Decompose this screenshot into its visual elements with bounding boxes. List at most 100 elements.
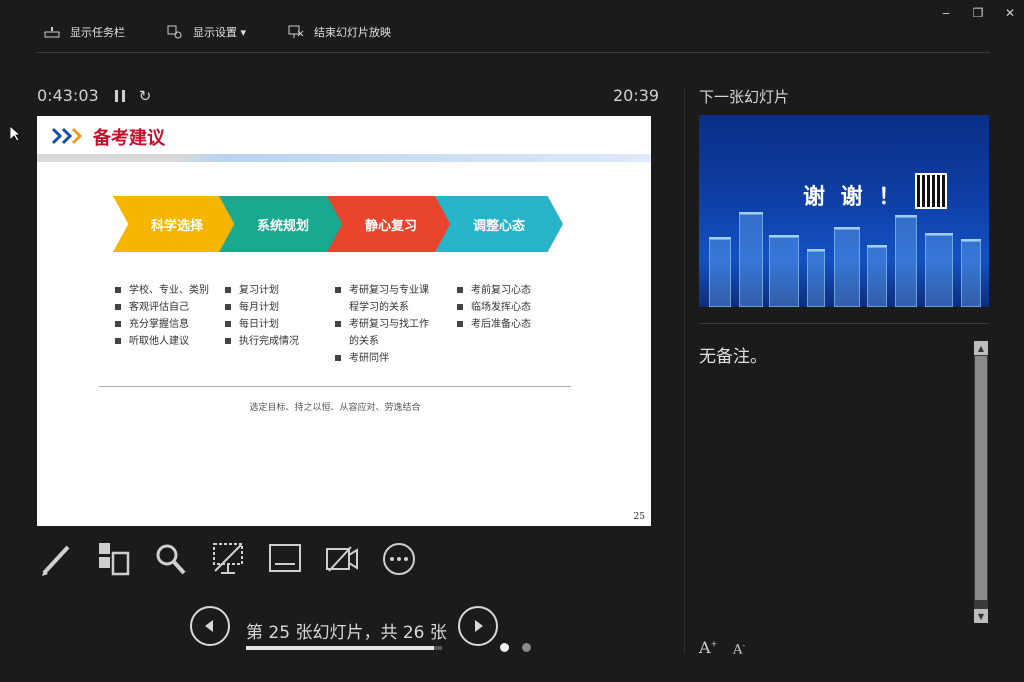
black-screen-button[interactable]	[208, 539, 248, 579]
bullet-item: 执行完成情况	[225, 333, 299, 350]
previous-arrow-icon	[205, 620, 213, 632]
step-detail-column: 考前复习心态 临场发挥心态 考后准备心态	[457, 282, 531, 333]
pane-divider	[684, 88, 685, 654]
page-dot-active[interactable]	[500, 643, 509, 652]
bullet-item: 充分掌握信息	[115, 316, 209, 333]
minimize-button[interactable]: ‒	[937, 6, 955, 20]
taskbar-icon	[44, 27, 60, 38]
display-settings-button[interactable]: 显示设置 ▾	[167, 24, 246, 40]
step-detail-column: 考研复习与专业课程学习的关系考研复习与找工作的关系考研同伴	[335, 282, 429, 367]
end-slideshow-icon	[288, 25, 304, 38]
black-screen-icon	[213, 543, 243, 574]
end-slideshow-button[interactable]: 结束幻灯片放映	[288, 24, 391, 40]
previous-slide-button[interactable]	[190, 606, 230, 646]
bullet-item: 听取他人建议	[115, 333, 209, 350]
chevron-arrows-icon	[51, 127, 83, 145]
building-shape	[739, 212, 763, 307]
process-step: 调整心态	[435, 196, 563, 252]
bullet-item: 考后准备心态	[457, 316, 531, 333]
bullet-item: 考研复习与专业课	[335, 282, 429, 299]
bullet-item: 考研复习与找工作	[335, 316, 429, 333]
scroll-up-button[interactable]: ▲	[974, 341, 988, 355]
next-slide-label: 下一张幻灯片	[699, 88, 790, 106]
subtitles-button[interactable]	[265, 539, 305, 579]
current-slide: 备考建议 科学选择 系统规划 静心复习 调整心态 学校、专业、类别 客观评估自己 充分掌握…	[37, 116, 651, 526]
decrease-font-label: A	[733, 642, 743, 658]
bullet-item: 客观评估自己	[115, 299, 209, 316]
zoom-button[interactable]	[151, 539, 191, 579]
building-shape	[925, 233, 953, 307]
bullet-item: 学校、专业、类别	[115, 282, 209, 299]
top-toolbar: 显示任务栏 显示设置 ▾ 结束幻灯片放映	[44, 20, 433, 44]
subtitles-icon	[269, 544, 301, 572]
camera-off-icon	[326, 546, 358, 572]
next-slide-button[interactable]	[458, 606, 498, 646]
slide-counter: 第 25 张幻灯片，共 26 张	[246, 623, 447, 643]
bullet-item: 每月计划	[225, 299, 299, 316]
decrease-font-marker: -	[742, 641, 746, 650]
bullet-item: 临场发挥心态	[457, 299, 531, 316]
slide-page-number: 25	[633, 512, 645, 522]
restore-button[interactable]: ❐	[969, 6, 987, 20]
bullet-item: 考前复习心态	[457, 282, 531, 299]
slide-title: 备考建议	[93, 128, 165, 149]
toolbar-divider	[36, 52, 990, 53]
presentation-timer: 0:43:03 ↻	[37, 86, 151, 105]
page-dot[interactable]	[522, 643, 531, 652]
increase-font-marker: +	[710, 639, 718, 649]
show-taskbar-label: 显示任务栏	[70, 26, 125, 39]
speaker-notes: 无备注。	[699, 347, 767, 367]
building-shape	[895, 215, 917, 307]
process-step: 科学选择	[113, 196, 241, 252]
more-options-button[interactable]	[379, 539, 419, 579]
notes-divider	[699, 323, 989, 324]
bullet-item: 的关系	[349, 336, 379, 347]
process-step: 系统规划	[219, 196, 347, 252]
more-options-icon	[383, 543, 415, 575]
slide-divider	[99, 386, 571, 387]
title-underline-bar	[37, 154, 651, 162]
slide-footer-text: 选定目标、持之以恒、从容应对、劳逸结合	[249, 403, 421, 413]
slide-progress-bar	[246, 646, 442, 650]
process-step: 静心复习	[327, 196, 455, 252]
see-all-slides-icon	[99, 543, 130, 576]
end-slideshow-label: 结束幻灯片放映	[314, 26, 392, 39]
bullet-item: 程学习的关系	[349, 302, 409, 313]
building-shape	[709, 237, 731, 307]
scrollbar-thumb[interactable]	[975, 356, 987, 600]
scroll-down-button[interactable]: ▼	[974, 609, 988, 623]
next-slide-thumbnail[interactable]: 谢 谢 ！	[699, 115, 989, 307]
camera-toggle-button[interactable]	[322, 539, 362, 579]
slide-progress-fill	[246, 646, 435, 650]
pause-timer-icon[interactable]	[114, 89, 125, 102]
elapsed-time: 0:43:03	[37, 86, 99, 105]
building-shape	[961, 239, 981, 307]
zoom-icon	[156, 544, 186, 575]
qr-code-icon	[915, 173, 947, 209]
display-settings-icon	[167, 25, 182, 39]
presenter-tools	[37, 539, 436, 579]
building-shape	[769, 235, 799, 307]
bullet-item: 考研同伴	[335, 350, 429, 367]
current-time: 20:39	[613, 86, 660, 105]
bullet-item: 每日计划	[225, 316, 299, 333]
increase-font-label: A	[699, 638, 711, 657]
show-taskbar-button[interactable]: 显示任务栏	[44, 24, 125, 40]
pen-icon	[42, 545, 70, 576]
mouse-cursor-icon	[10, 126, 20, 142]
next-arrow-icon	[475, 620, 483, 632]
display-settings-label: 显示设置 ▾	[193, 26, 247, 39]
see-all-slides-button[interactable]	[94, 539, 134, 579]
reset-timer-icon[interactable]: ↻	[139, 87, 152, 105]
close-button[interactable]: ✕	[1001, 6, 1019, 20]
increase-font-button[interactable]: A+	[699, 638, 717, 657]
building-shape	[867, 245, 887, 307]
step-detail-column: 复习计划 每月计划 每日计划 执行完成情况	[225, 282, 299, 350]
step-detail-column: 学校、专业、类别 客观评估自己 充分掌握信息 听取他人建议	[115, 282, 209, 350]
thanks-text: 谢 谢 ！	[803, 185, 905, 210]
decrease-font-button[interactable]: A-	[733, 641, 745, 657]
building-shape	[834, 227, 860, 307]
pen-tool-button[interactable]	[37, 539, 77, 579]
building-shape	[807, 249, 825, 307]
bullet-item: 复习计划	[225, 282, 299, 299]
